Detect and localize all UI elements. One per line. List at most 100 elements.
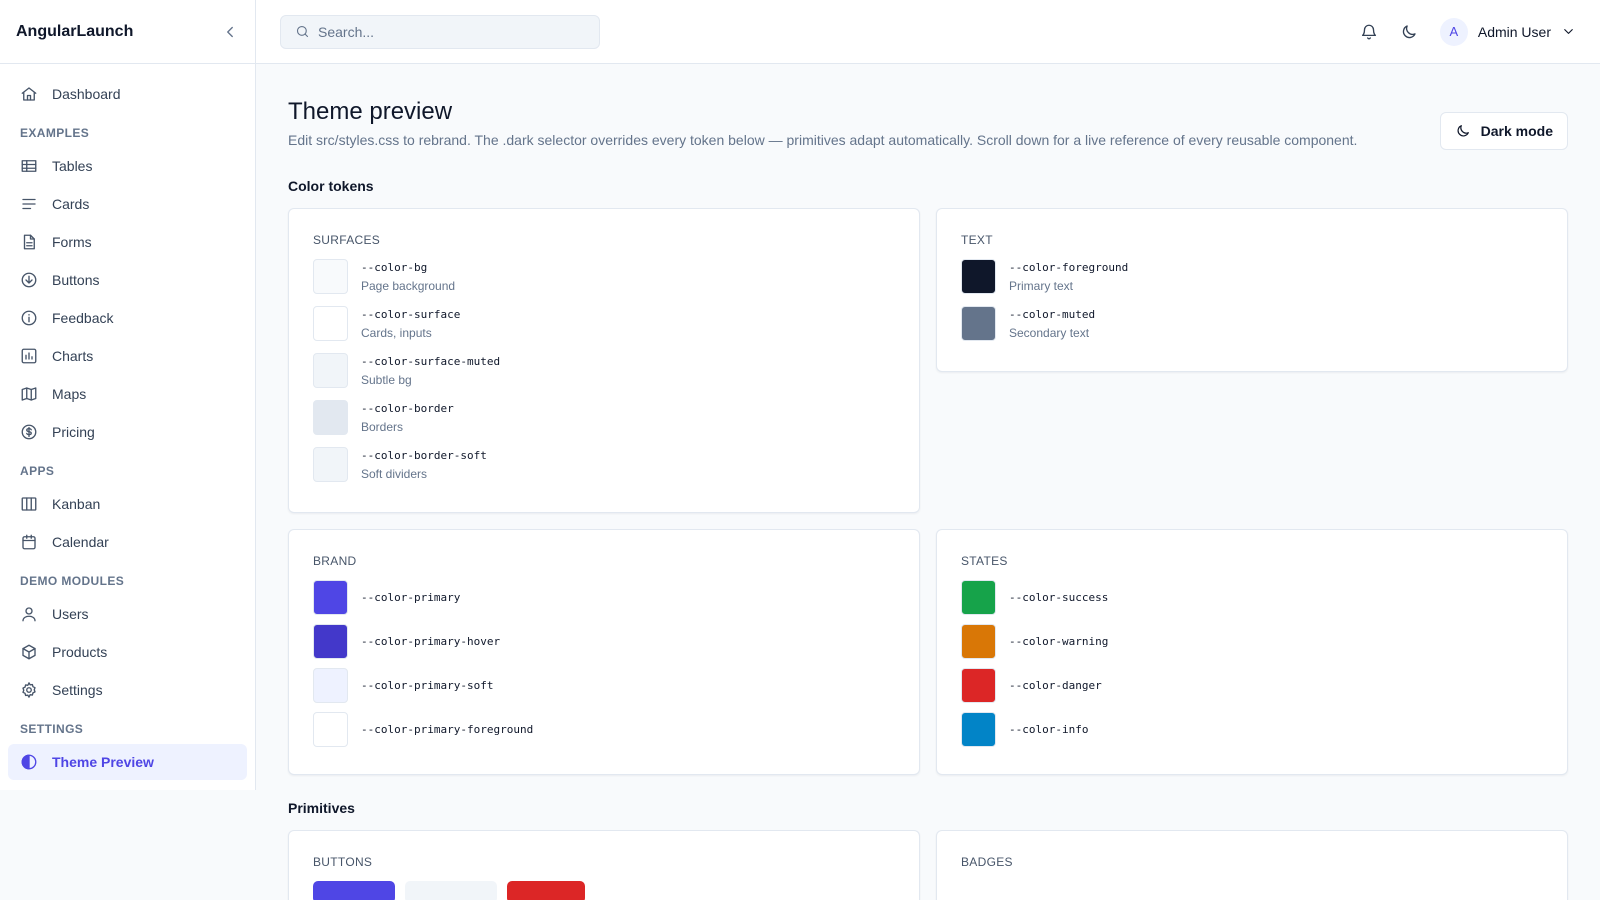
color-token: --color-bg Page background — [313, 259, 895, 294]
dark-mode-label: Dark mode — [1480, 123, 1553, 139]
sidebar-item-charts[interactable]: Charts — [8, 338, 247, 374]
sidebar-item-cards[interactable]: Cards — [8, 186, 247, 222]
token-name: --color-info — [1009, 723, 1089, 736]
color-token: --color-info — [961, 712, 1543, 747]
moon-icon — [1455, 123, 1471, 139]
card-title: STATES — [961, 554, 1008, 568]
token-name: --color-danger — [1009, 679, 1102, 692]
states-card: STATES --color-success --color-warning --c… — [936, 529, 1568, 775]
sidebar-item-kanban[interactable]: Kanban — [8, 486, 247, 522]
sidebar-item-tables[interactable]: Tables — [8, 148, 247, 184]
app-name: AngularLaunch — [16, 22, 134, 40]
token-name: --color-foreground — [1009, 260, 1129, 274]
table-icon — [20, 157, 38, 175]
sidebar-item-maps[interactable]: Maps — [8, 376, 247, 412]
token-name: --color-surface — [361, 307, 461, 321]
sidebar-item-settings[interactable]: Settings — [8, 672, 247, 708]
sidebar-item-feedback[interactable]: Feedback — [8, 300, 247, 336]
token-name: --color-muted — [1009, 307, 1096, 321]
color-swatch — [313, 353, 348, 388]
badges-card: BADGES — [936, 830, 1568, 900]
color-swatch — [313, 400, 348, 435]
color-token: --color-success — [961, 580, 1543, 615]
token-name: --color-warning — [1009, 635, 1109, 648]
token-name: --color-primary-foreground — [361, 723, 534, 736]
info-icon — [20, 309, 38, 327]
page-title: Theme preview — [288, 98, 453, 125]
sidebar-item-dashboard[interactable]: Dashboard — [8, 76, 247, 112]
button-preview[interactable] — [405, 881, 497, 900]
button-preview[interactable] — [313, 881, 395, 900]
color-swatch — [313, 306, 348, 341]
surfaces-card: SURFACES --color-bg Page background --colo… — [288, 208, 920, 513]
bell-icon[interactable] — [1360, 23, 1378, 41]
color-token: --color-warning — [961, 624, 1543, 659]
token-description: Soft dividers — [361, 466, 428, 481]
sidebar-item-calendar[interactable]: Calendar — [8, 524, 247, 560]
sidebar-item-forms[interactable]: Forms — [8, 224, 247, 260]
user-name: Admin User — [1477, 23, 1551, 40]
sidebar-item-label: Tables — [52, 158, 93, 174]
color-swatch — [961, 668, 996, 703]
sidebar-item-buttons[interactable]: Buttons — [8, 262, 247, 298]
sidebar-item-label: Pricing — [52, 424, 95, 440]
token-list: --color-bg Page background --color-surface… — [313, 259, 895, 482]
search-input[interactable] — [318, 23, 585, 40]
sidebar-item-theme-preview[interactable]: Theme Preview — [8, 744, 247, 780]
token-description: Borders — [361, 419, 404, 434]
color-token: --color-primary — [313, 580, 895, 615]
map-icon — [20, 385, 38, 403]
token-list: --color-success --color-warning --color-da… — [961, 580, 1543, 747]
color-swatch — [961, 306, 996, 341]
bar-chart-icon — [20, 347, 38, 365]
token-name: --color-primary-soft — [361, 679, 494, 692]
user-icon — [20, 605, 38, 623]
color-token: --color-foreground Primary text — [961, 259, 1543, 294]
token-description: Subtle bg — [361, 372, 412, 387]
search-box[interactable] — [280, 14, 600, 49]
sidebar-nav: Dashboard EXAMPLES Tables Cards Forms Buttons… — [0, 64, 255, 794]
main-content: Theme preview Edit src/styles.css to reb… — [256, 64, 1600, 900]
collapse-sidebar-icon[interactable] — [221, 23, 239, 41]
token-list: --color-foreground Primary text --color-mu… — [961, 259, 1543, 341]
chevron-down-icon — [1561, 24, 1576, 39]
sidebar-item-label: Theme Preview — [52, 754, 154, 770]
home-icon — [20, 85, 38, 103]
sidebar-item-label: Settings — [52, 682, 103, 698]
token-list: --color-primary --color-primary-hover --co… — [313, 580, 895, 747]
text-card: TEXT --color-foreground Primary text --col… — [936, 208, 1568, 372]
token-name: --color-border-soft — [361, 448, 487, 462]
sidebar-section-title: EXAMPLES — [20, 126, 90, 140]
token-name: --color-border — [361, 401, 454, 415]
card-title: BADGES — [961, 855, 1013, 869]
box-icon — [20, 643, 38, 661]
sidebar-header: AngularLaunch — [0, 0, 255, 64]
color-token-grid: SURFACES --color-bg Page background --colo… — [288, 208, 1568, 775]
token-name: --color-primary-hover — [361, 635, 501, 648]
sidebar-item-pricing[interactable]: Pricing — [8, 414, 247, 450]
dark-mode-button[interactable]: Dark mode — [1439, 112, 1568, 150]
sidebar-item-label: Kanban — [52, 496, 101, 512]
primitives-title: Primitives — [288, 800, 355, 816]
sidebar-item-products[interactable]: Products — [8, 634, 247, 670]
user-menu[interactable]: A Admin User — [1439, 17, 1576, 46]
search-icon — [295, 24, 310, 39]
arrow-down-circle-icon — [20, 271, 38, 289]
token-description: Cards, inputs — [361, 325, 432, 340]
button-preview[interactable] — [507, 881, 585, 900]
sidebar-item-label: Calendar — [52, 534, 109, 550]
sidebar: AngularLaunch Dashboard EXAMPLES Tables Car… — [0, 0, 256, 790]
color-swatch — [313, 712, 348, 747]
sidebar-item-users[interactable]: Users — [8, 596, 247, 632]
color-token: --color-border-soft Soft dividers — [313, 447, 895, 482]
sidebar-section-title: DEMO MODULES — [20, 574, 125, 588]
lines-icon — [20, 195, 38, 213]
moon-icon[interactable] — [1400, 23, 1418, 41]
color-swatch — [313, 447, 348, 482]
primitives-grid: BUTTONS BADGES — [288, 830, 1568, 900]
brand-card: BRAND --color-primary --color-primary-hov… — [288, 529, 920, 775]
color-token: --color-primary-soft — [313, 668, 895, 703]
color-swatch — [313, 259, 348, 294]
sidebar-item-label: Forms — [52, 234, 92, 250]
token-name: --color-primary — [361, 591, 461, 604]
